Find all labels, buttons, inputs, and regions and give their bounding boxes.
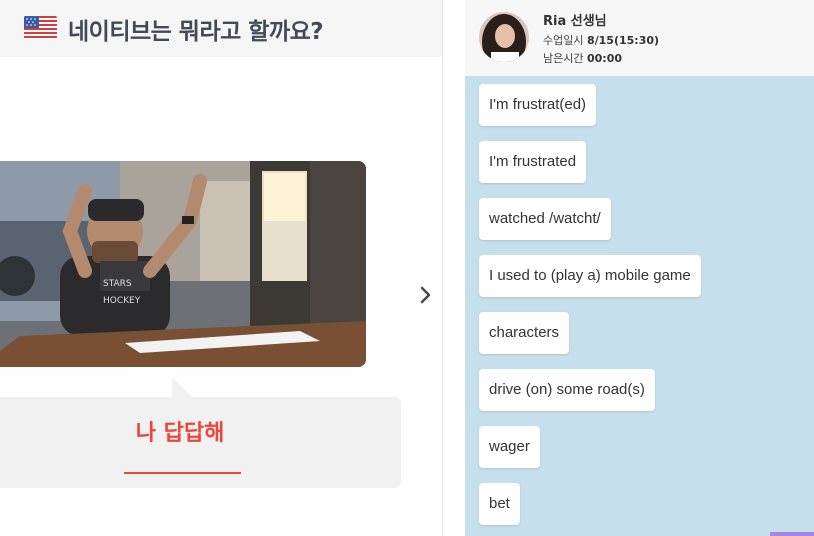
class-time: 수업일시 8/15(15:30) <box>543 32 659 48</box>
chat-message[interactable]: I used to (play a) mobile game <box>479 255 701 297</box>
class-time-label: 수업일시 <box>543 34 584 47</box>
chat-message[interactable]: drive (on) some road(s) <box>479 369 655 411</box>
lesson-header: 네이티브는 뭐라고 할까요? <box>0 0 442 57</box>
svg-text:STARS: STARS <box>103 279 132 289</box>
chat-message[interactable]: characters <box>479 312 570 354</box>
chat-panel: Ria 선생님 수업일시 8/15(15:30) 남은시간 00:00 I'm … <box>443 0 814 536</box>
remaining-time-label: 남은시간 <box>543 52 584 65</box>
page-title: 네이티브는 뭐라고 할까요? <box>68 19 324 45</box>
svg-text:HOCKEY: HOCKEY <box>103 296 141 306</box>
chat-message[interactable]: bet <box>479 483 520 525</box>
chat-message[interactable]: watched /watcht/ <box>479 198 611 240</box>
avatar <box>479 12 529 62</box>
chat-message[interactable]: I'm frustrat(ed) <box>479 84 597 126</box>
answer-text: 나 답답해 <box>135 421 225 446</box>
answer-bubble: 나 답답해 <box>0 397 401 488</box>
lesson-gif: STARS HOCKEY <box>0 161 366 367</box>
scroll-indicator[interactable] <box>770 532 814 536</box>
teacher-name: Ria 선생님 <box>543 14 607 29</box>
remaining-time-value: 00:00 <box>586 52 622 65</box>
chevron-right-icon[interactable] <box>414 284 436 306</box>
us-flag-icon <box>24 16 57 39</box>
remaining-time: 남은시간 00:00 <box>543 50 622 66</box>
chat-message[interactable]: I'm frustrated <box>479 141 587 183</box>
class-time-value: 8/15(15:30) <box>586 34 660 47</box>
bubble-tail <box>172 377 192 397</box>
lesson-panel: 네이티브는 뭐라고 할까요? STARS HOCKEY 나 답답해 <box>0 0 442 536</box>
answer-underline <box>124 472 241 474</box>
chat-area[interactable]: I'm frustrat(ed) I'm frustrated watched … <box>465 76 814 536</box>
chat-message[interactable]: wager <box>479 426 540 468</box>
